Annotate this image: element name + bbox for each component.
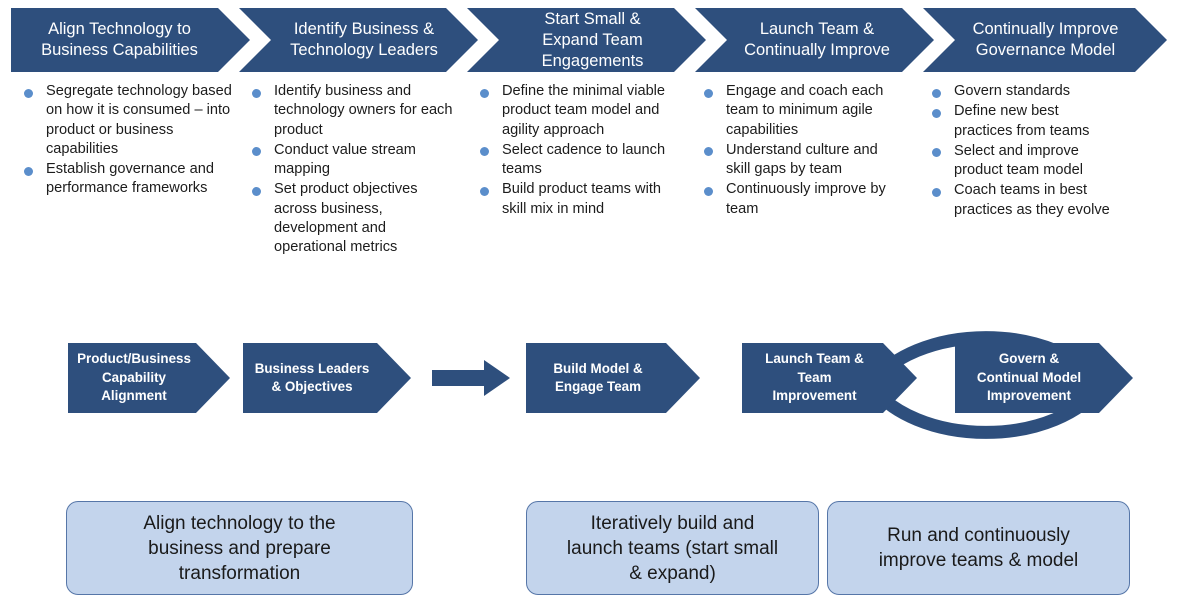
right-arrow-icon — [432, 360, 510, 396]
bullet-dot-icon — [252, 186, 261, 196]
bullet-column-launch-team: Engage and coach each team to minimum ag… — [700, 82, 900, 220]
bullet-dot-icon — [252, 88, 261, 98]
bullet-column-start-small: Define the minimal viable product team m… — [476, 82, 666, 220]
flow-chevron-capability-alignment[interactable]: Product/Business Capability Alignment — [68, 343, 230, 413]
list-item: Coach teams in best practices as they ev… — [928, 181, 1118, 220]
bullet-dot-icon — [24, 166, 33, 176]
flow-chevron-label: Govern & Continual Model Improvement — [976, 351, 1082, 404]
header-title-improve-governance: Continually Improve Governance Model — [972, 20, 1119, 59]
flow-chevron-govern-continual-improvement[interactable]: Govern & Continual Model Improvement — [955, 343, 1133, 413]
list-item: Understand culture and skill gaps by tea… — [700, 141, 900, 180]
bullet-dot-icon — [24, 88, 33, 98]
bullet-dot-icon — [932, 148, 941, 158]
flow-chevron-label: Business Leaders & Objectives — [254, 360, 370, 395]
bullet-dot-icon — [704, 147, 713, 157]
list-item-text: Establish governance and performance fra… — [46, 161, 214, 197]
list-item: Govern standards — [928, 82, 1118, 101]
bullet-column-identify-leaders: Identify business and technology owners … — [248, 82, 453, 259]
list-item: Define the minimal viable product team m… — [476, 82, 666, 140]
header-title-launch-team: Launch Team & Continually Improve — [744, 20, 890, 59]
bullet-dot-icon — [704, 88, 713, 98]
list-item: Select and improve product team model — [928, 142, 1118, 181]
flow-chevron-label: Product/Business Capability Alignment — [77, 351, 191, 404]
bullet-dot-icon — [704, 186, 713, 196]
list-item-text: Segregate technology based on how it is … — [46, 83, 232, 157]
phase-box-build[interactable]: Iteratively build and launch teams (star… — [526, 501, 819, 595]
list-item-text: Govern standards — [954, 83, 1071, 99]
list-item-text: Understand culture and skill gaps by tea… — [726, 141, 878, 178]
list-item-text: Set product objectives across business, … — [274, 181, 418, 256]
list-item: Build product teams with skill mix in mi… — [476, 180, 666, 219]
list-item-text: Select and improve product team model — [954, 142, 1083, 179]
list-item-text: Engage and coach each team to minimum ag… — [726, 83, 884, 138]
list-item: Establish governance and performance fra… — [20, 160, 235, 199]
list-item: Select cadence to launch teams — [476, 141, 666, 180]
list-item: Set product objectives across business, … — [248, 180, 453, 257]
list-item-text: Select cadence to launch teams — [502, 141, 666, 178]
bullet-column-align-technology: Segregate technology based on how it is … — [20, 82, 235, 200]
flow-chevron-launch-team-improvement[interactable]: Launch Team & Team Improvement — [742, 343, 917, 413]
bullet-dot-icon — [252, 147, 261, 157]
list-item-text: Coach teams in best practices as they ev… — [954, 182, 1110, 218]
phase-box-align[interactable]: Align technology to the business and pre… — [66, 501, 413, 595]
bullet-column-improve-governance: Govern standards Define new best practic… — [928, 82, 1118, 221]
bullet-dot-icon — [480, 147, 489, 157]
list-item: Identify business and technology owners … — [248, 82, 453, 140]
bullet-dot-icon — [480, 186, 489, 196]
list-item-text: Define new best practices from teams — [954, 103, 1090, 139]
list-item: Conduct value stream mapping — [248, 141, 453, 180]
header-title-start-small: Start Small & Expand Team Engagements — [541, 9, 644, 70]
list-item: Continuously improve by team — [700, 180, 900, 219]
phase-box-run[interactable]: Run and continuously improve teams & mod… — [827, 501, 1130, 595]
list-item-text: Continuously improve by team — [726, 181, 886, 217]
bullet-dot-icon — [932, 187, 941, 197]
list-item-text: Define the minimal viable product team m… — [502, 83, 666, 138]
header-chevron-band: Align Technology to Business Capabilitie… — [0, 0, 1183, 80]
bullet-dot-icon — [932, 108, 941, 118]
list-item: Define new best practices from teams — [928, 102, 1118, 141]
bullet-dot-icon — [480, 88, 489, 98]
header-title-identify-leaders: Identify Business & Technology Leaders — [290, 20, 438, 59]
list-item-text: Identify business and technology owners … — [274, 83, 453, 138]
header-title-align-technology: Align Technology to Business Capabilitie… — [41, 20, 198, 59]
list-item-text: Build product teams with skill mix in mi… — [502, 181, 661, 217]
flow-chevron-label: Launch Team & Team Improvement — [765, 351, 864, 404]
right-arrow-connector — [432, 358, 512, 403]
list-item: Engage and coach each team to minimum ag… — [700, 82, 900, 140]
list-item: Segregate technology based on how it is … — [20, 82, 235, 159]
diagram-canvas: Align Technology to Business Capabilitie… — [0, 0, 1183, 606]
list-item-text: Conduct value stream mapping — [274, 141, 416, 178]
flow-chevron-business-leaders[interactable]: Business Leaders & Objectives — [243, 343, 411, 413]
flow-chevron-build-model[interactable]: Build Model & Engage Team — [526, 343, 700, 413]
bullet-dot-icon — [932, 88, 941, 98]
flow-chevron-label: Build Model & Engage Team — [553, 360, 643, 395]
